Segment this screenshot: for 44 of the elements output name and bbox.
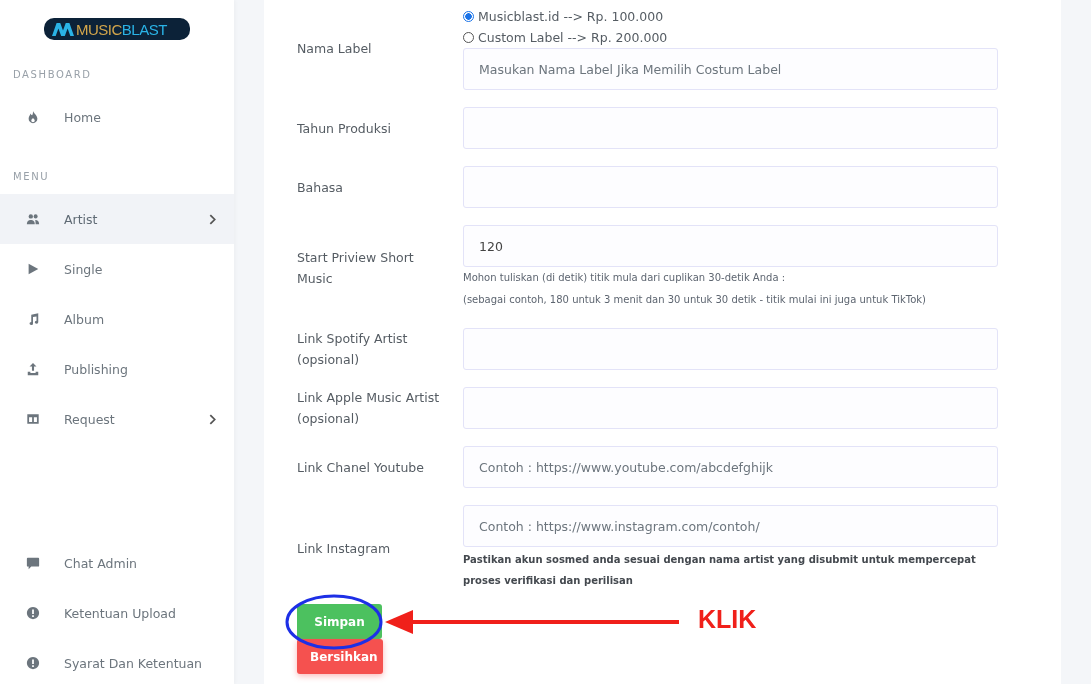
hint-text: (sebagai contoh, 180 untuk 3 menit dan 30 untuk 30 detik - titik mulai ini juga untuk TikTok) (463, 293, 927, 307)
logo-text: MUSICBLAST (76, 20, 167, 38)
chevron-right-icon (209, 213, 216, 225)
note-text: Pastikan akun sosmed anda sesuai dengan nama artist yang disubmit untuk mempercepat proses verifikasi dan perilisan (463, 553, 977, 588)
chevron-right-icon (209, 413, 216, 425)
play-icon (26, 262, 40, 276)
logo-m-icon (52, 22, 74, 36)
chat-bubble-icon (26, 556, 40, 570)
sidebar-item[interactable]: Album (0, 294, 234, 344)
radio-option[interactable]: Musicblast.id --> Rp. 100.000 (463, 6, 998, 27)
field-label: Start Priview Short Music (297, 249, 415, 288)
sidebar-item[interactable]: Request (0, 394, 234, 444)
reset-button[interactable]: Bersihkan (297, 639, 383, 674)
field-label: Nama Label (297, 39, 373, 58)
radio-option[interactable]: Custom Label --> Rp. 200.000 (463, 27, 998, 48)
text-field[interactable]: Masukan Nama Label Jika Memilih Costum Label (463, 48, 998, 90)
field-label: Bahasa (297, 178, 344, 197)
text-field[interactable] (463, 387, 998, 429)
field-label: Link Instagram (297, 539, 392, 558)
sidebar-item[interactable]: Home (0, 92, 234, 142)
sidebar-item[interactable]: Publishing (0, 344, 234, 394)
columns-icon (26, 412, 40, 426)
text-field[interactable] (463, 328, 998, 370)
section-heading: DASHBOARD (13, 68, 93, 82)
users-icon (26, 212, 40, 226)
sidebar-item[interactable]: Single (0, 244, 234, 294)
sidebar-item[interactable]: Artist (0, 194, 234, 244)
text-field[interactable]: Contoh : https://www.youtube.com/abcdefghijk (463, 446, 998, 488)
text-field[interactable]: Contoh : https://www.instagram.com/contoh/ (463, 505, 998, 547)
field-label: Link Chanel Youtube (297, 458, 425, 477)
sidebar-item[interactable]: Chat Admin (0, 538, 234, 588)
sidebar-item[interactable]: Syarat Dan Ketentuan (0, 638, 234, 684)
callout-text: KLIK (698, 605, 757, 634)
hint-text: Mohon tuliskan (di detik) titik mula dari cuplikan 30-detik Anda : (463, 271, 787, 285)
sidebar-item[interactable]: Ketentuan Upload (0, 588, 234, 638)
field-label: Link Spotify Artist (opsional) (297, 330, 409, 369)
text-field[interactable]: 120 (463, 225, 998, 267)
flame-icon (26, 110, 40, 124)
field-label: Link Apple Music Artist (opsional) (297, 389, 441, 428)
text-field[interactable] (463, 166, 998, 208)
upload-icon (26, 362, 40, 376)
section-heading: MENU (13, 170, 51, 184)
text-field[interactable] (463, 107, 998, 149)
field-label: Tahun Produksi (297, 119, 392, 138)
